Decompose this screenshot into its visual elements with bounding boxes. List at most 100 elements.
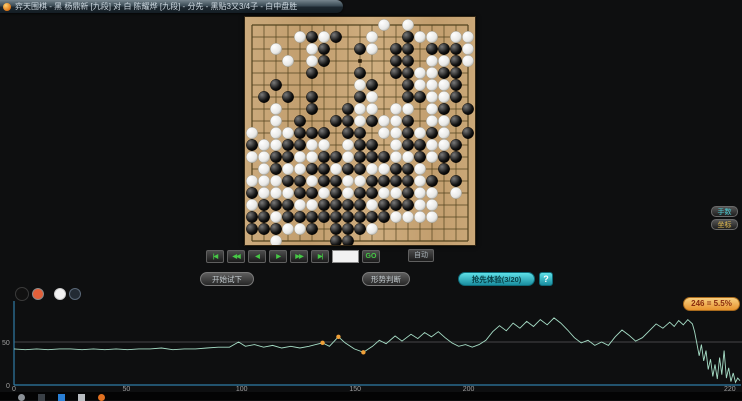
premium-feature-button[interactable]: 抢先体验(3/20) [458,272,535,286]
stone-black [354,67,366,79]
stone-white [438,139,450,151]
stone-white [270,187,282,199]
stone-black [282,199,294,211]
winrate-graph[interactable]: 0500 50 100 150 200 220 [0,298,742,392]
position-analysis-button[interactable]: 形势判断 [362,272,410,286]
stone-black [306,163,318,175]
auto-play-button[interactable]: 自动 [408,249,434,262]
stone-black [306,127,318,139]
stone-white [282,163,294,175]
stone-black [438,43,450,55]
stone-black [390,175,402,187]
stone-black [378,211,390,223]
stone-white [318,31,330,43]
stone-white [306,199,318,211]
stone-black [390,55,402,67]
stone-white [426,103,438,115]
stone-white [258,163,270,175]
taskbar[interactable] [0,392,742,401]
key-move-dot[interactable] [361,350,366,355]
stone-white [270,43,282,55]
go-board[interactable] [244,16,476,246]
stone-black [294,175,306,187]
stone-black [318,151,330,163]
stone-black [450,91,462,103]
stone-black [342,223,354,235]
go-button[interactable]: GO [362,249,380,263]
coordinates-button[interactable]: 坐标 [711,219,738,230]
stone-black [438,67,450,79]
stone-white [354,79,366,91]
stone-white [426,115,438,127]
stone-black [270,199,282,211]
stone-black [450,115,462,127]
stone-black [294,139,306,151]
go-board-grid[interactable] [245,17,475,245]
stone-white [342,187,354,199]
stone-white [366,223,378,235]
stone-white [462,43,474,55]
forward-button[interactable]: ▶ [269,249,287,263]
stone-white [426,55,438,67]
stone-black [354,127,366,139]
stone-black [318,55,330,67]
to-end-button[interactable]: ▶| [311,249,329,263]
stone-white [246,151,258,163]
help-button[interactable]: ? [539,272,553,286]
stone-white [342,151,354,163]
stone-black [306,211,318,223]
move-number-input[interactable] [332,249,359,263]
stone-black [414,151,426,163]
stone-black [318,175,330,187]
stone-white [390,139,402,151]
winrate-curve [13,317,741,384]
stone-white [270,103,282,115]
stone-white [426,67,438,79]
stone-black [390,67,402,79]
stone-white [438,115,450,127]
stone-white [366,31,378,43]
fast-back-button[interactable]: ◀◀ [227,249,245,263]
back-button[interactable]: ◀ [248,249,266,263]
stone-black [366,187,378,199]
stone-black [342,163,354,175]
stone-black [354,163,366,175]
stone-black [282,151,294,163]
stone-white [402,211,414,223]
stone-black [366,139,378,151]
stone-white [258,151,270,163]
key-move-dot[interactable] [320,340,325,346]
stone-white [354,103,366,115]
stone-black [330,199,342,211]
stone-white [402,19,414,31]
key-move-dot[interactable] [336,334,341,340]
stone-black [294,115,306,127]
stone-white [282,127,294,139]
stone-black [426,127,438,139]
move-numbers-button[interactable]: 手数 [711,206,738,217]
fast-fwd-button[interactable]: ▶▶ [290,249,308,263]
stone-black [318,199,330,211]
stone-white [402,103,414,115]
stone-white [246,175,258,187]
stone-black [342,115,354,127]
stone-black [378,175,390,187]
stone-black [402,67,414,79]
stone-black [450,55,462,67]
stone-black [450,175,462,187]
stone-black [330,211,342,223]
stone-black [246,223,258,235]
trial-play-button[interactable]: 开始试下 [200,272,254,286]
stone-black [426,43,438,55]
stone-white [342,175,354,187]
stone-white [354,115,366,127]
stone-white [306,175,318,187]
last-move-marker [358,59,362,63]
stone-black [402,127,414,139]
stone-black [330,187,342,199]
stone-black [330,115,342,127]
stone-black [366,211,378,223]
stone-white [438,91,450,103]
to-start-button[interactable]: |◀ [206,249,224,263]
stone-white [426,151,438,163]
